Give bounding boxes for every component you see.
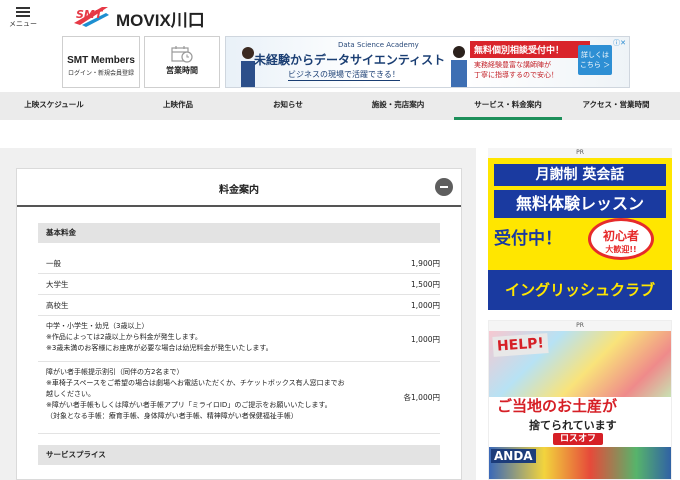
price-note: ※障がい者手帳もしくは障がい者手帳アプリ「ミライロID」のご提示をお願いいたしま…: [46, 401, 332, 409]
price-label: 一般: [46, 259, 61, 268]
ad1-badge-title: 初心者: [602, 229, 639, 243]
ad1-badge: 初心者 大歓迎!!: [588, 218, 654, 260]
ad-choices-icon[interactable]: ⓘ✕: [613, 38, 626, 48]
price-value: 1,000円: [411, 335, 440, 344]
price-value: 1,000円: [411, 301, 440, 310]
collapse-minus-icon[interactable]: [435, 178, 453, 196]
menu-label: メニュー: [9, 20, 37, 28]
price-row: 一般 1,900円: [38, 253, 440, 274]
ad-red-banner: 無料個別相談受付中！: [470, 41, 590, 58]
ad1-line3: 受付中！: [494, 229, 562, 249]
nav-item-news[interactable]: お知らせ: [234, 92, 342, 120]
hamburger-icon: [16, 7, 30, 17]
price-note: （対象となる手帳：療育手帳、身体障がい者手帳、精神障がい者保健福祉手帳）: [46, 412, 298, 420]
ad-subline: ビジネスの現場で活躍できる！: [288, 70, 400, 81]
pr-label: PR: [489, 321, 671, 331]
hours-label: 営業時間: [166, 66, 198, 75]
sidebar-ad-english[interactable]: PR 月謝制 英会話 無料体験レッスン 受付中！ 初心者 大歓迎!! イングリッ…: [488, 148, 672, 310]
ad2-logo: ロスオフ: [553, 433, 603, 445]
members-title: SMT Members: [67, 55, 135, 66]
price-note: ※車椅子スペースをご希望の場合は劇場へお電話いただくか、チケットボックス有人窓口…: [46, 379, 345, 387]
ad2-help-sign: HELP!: [492, 333, 549, 357]
nav-item-movies[interactable]: 上映作品: [124, 92, 232, 120]
top-banner-ad[interactable]: Data Science Academy 未経験からデータサイエンティスト ビジ…: [225, 36, 630, 88]
calendar-clock-icon: [171, 46, 193, 63]
pr-label: PR: [488, 148, 672, 158]
basic-fee-header: 基本料金: [38, 223, 440, 243]
ad2-text2: 捨てられています: [529, 419, 617, 432]
smt-members-button[interactable]: SMT Members ログイン・新規会員登録: [62, 36, 140, 88]
logo-text: SMT: [76, 8, 104, 21]
smt-logo[interactable]: SMT: [72, 3, 110, 27]
nav-item-facilities[interactable]: 施設・売店案内: [344, 92, 452, 120]
ad-brand: Data Science Academy: [338, 41, 419, 49]
ad-headline: 未経験からデータサイエンティスト: [254, 53, 446, 67]
price-row: 中学・小学生・幼児（3歳以上） ※作品によっては2歳以上から料金が発生します。 …: [38, 316, 440, 362]
price-row: 障がい者手帳提示割引（同伴の方2名まで） ※車椅子スペースをご希望の場合は劇場へ…: [38, 362, 440, 434]
price-label: 高校生: [46, 301, 69, 310]
price-label-block: 中学・小学生・幼児（3歳以上） ※作品によっては2歳以上から料金が発生します。 …: [46, 321, 273, 354]
ad-cta-button[interactable]: 詳しくは こちら ＞: [578, 45, 612, 75]
service-price-header: サービスプライス: [38, 445, 440, 465]
person-illustration-icon: [451, 46, 467, 87]
main-nav: 上映スケジュール 上映作品 お知らせ 施設・売店案内 サービス・料金案内 アクセ…: [0, 92, 680, 120]
price-value: 各1,000円: [403, 393, 440, 402]
nav-item-schedule[interactable]: 上映スケジュール: [0, 92, 108, 120]
price-note: ※作品によっては2歳以上から料金が発生します。: [46, 333, 202, 341]
ad-red-line1: 実務経験豊富な講師陣が: [474, 61, 551, 69]
ad2-bottom-word: ANDA: [491, 449, 536, 463]
ad-consultation-block: 無料個別相談受付中！ 実務経験豊富な講師陣が 丁寧に指導するので安心！: [470, 41, 590, 85]
business-hours-button[interactable]: 営業時間: [144, 36, 220, 88]
ad1-line2: 無料体験レッスン: [494, 190, 666, 218]
pricing-card: 料金案内 基本料金 一般 1,900円 大学生 1,500円 高校生 1,000…: [16, 168, 462, 480]
price-label-block: 障がい者手帳提示割引（同伴の方2名まで） ※車椅子スペースをご希望の場合は劇場へ…: [46, 367, 345, 422]
ad2-text1: ご当地のお土産が: [497, 397, 618, 415]
price-row: 大学生 1,500円: [38, 274, 440, 295]
pricing-card-header[interactable]: 料金案内: [17, 169, 461, 207]
price-value: 1,500円: [411, 280, 440, 289]
price-label: 大学生: [46, 280, 69, 289]
site-title: MOVIX川口: [116, 11, 205, 30]
price-note: ※3歳未満のお客様にお座席が必要な場合は幼児料金が発生いたします。: [46, 344, 273, 352]
price-label: 障がい者手帳提示割引（同伴の方2名まで）: [46, 368, 184, 376]
ad1-brand: イングリッシュクラブ: [488, 270, 672, 310]
ad1-line1: 月謝制 英会話: [494, 164, 666, 186]
nav-item-access-hours[interactable]: アクセス・営業時間: [562, 92, 670, 120]
sidebar-ad-souvenir[interactable]: PR HELP! ご当地のお土産が 捨てられています ロスオフ ANDA: [488, 320, 672, 480]
price-value: 1,900円: [411, 259, 440, 268]
price-label: 中学・小学生・幼児（3歳以上）: [46, 322, 149, 330]
price-note: 越しください。: [46, 390, 95, 398]
price-row: 高校生 1,000円: [38, 295, 440, 316]
ad-red-line2: 丁寧に指導するので安心！: [474, 71, 558, 79]
menu-button[interactable]: メニュー: [8, 6, 38, 28]
pricing-title: 料金案内: [219, 185, 259, 196]
members-subtitle: ログイン・新規会員登録: [67, 70, 134, 77]
ad1-badge-sub: 大歓迎!!: [605, 245, 637, 254]
nav-item-services-pricing[interactable]: サービス・料金案内: [454, 92, 562, 120]
